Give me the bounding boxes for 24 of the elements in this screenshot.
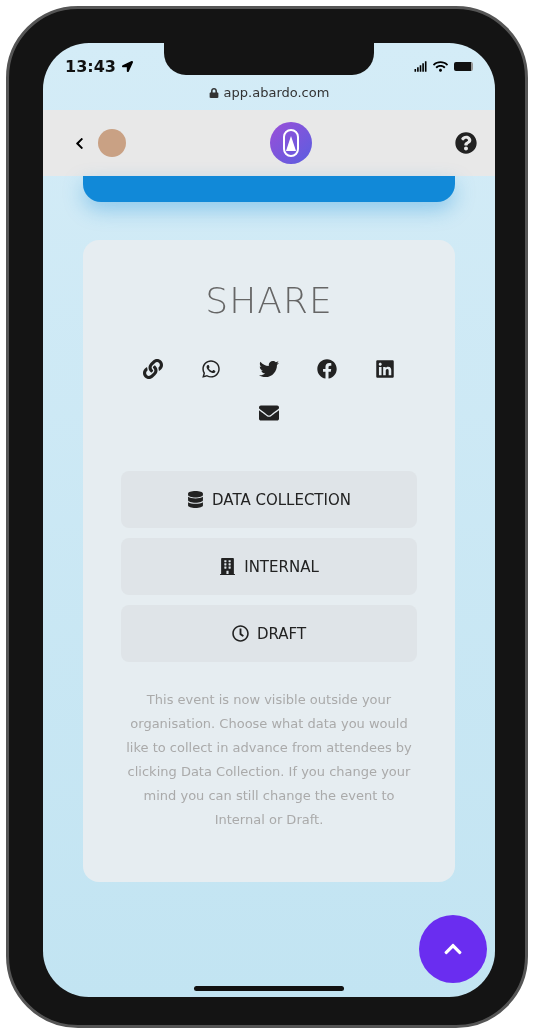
facebook-icon[interactable] xyxy=(317,359,337,379)
url-text: app.abardo.com xyxy=(223,85,330,100)
bird-icon[interactable] xyxy=(259,359,279,379)
logo-icon[interactable] xyxy=(269,122,312,164)
location-icon xyxy=(121,60,133,72)
wifi-icon xyxy=(433,58,448,74)
status-time: 13:43 xyxy=(65,56,116,76)
share-title: SHARE xyxy=(205,280,333,321)
status-button[interactable]: DRAFT xyxy=(121,605,417,662)
help-icon[interactable] xyxy=(455,132,477,154)
envelope-icon[interactable] xyxy=(259,403,279,423)
lock-icon xyxy=(208,87,219,98)
signal-icon xyxy=(414,59,427,73)
status-button[interactable]: DATA COLLECTION xyxy=(121,471,417,528)
clock-icon xyxy=(231,625,249,642)
database-icon xyxy=(187,491,204,508)
battery-icon xyxy=(454,61,473,71)
chat-phone-icon[interactable] xyxy=(201,359,221,379)
share-description: This event is now visible outside your organisation. Choose what data you would like to collect in advance from attendees by clicking Data Collection. If you change your mind you can still change the event to Internal or Draft. xyxy=(125,691,413,829)
linkedin-icon[interactable] xyxy=(375,359,395,379)
back-icon[interactable] xyxy=(73,136,86,150)
link-icon[interactable] xyxy=(143,359,163,379)
building-icon xyxy=(219,558,237,575)
status-button[interactable]: INTERNAL xyxy=(121,538,417,595)
